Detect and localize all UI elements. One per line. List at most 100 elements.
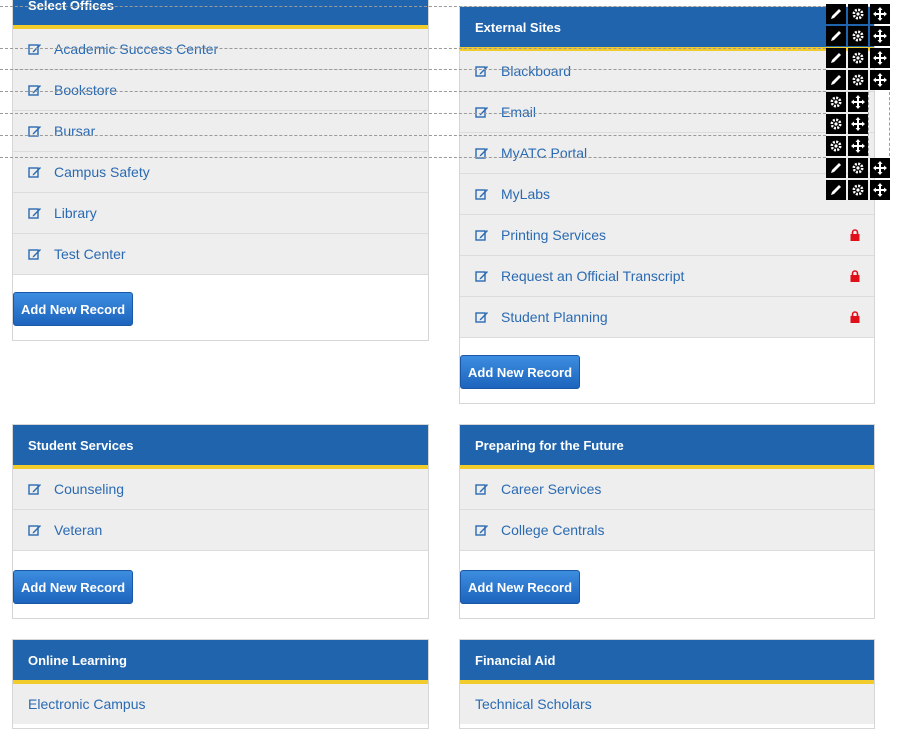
guide-line [0, 157, 826, 158]
guide-line [0, 113, 826, 114]
move-icon[interactable] [848, 114, 868, 134]
panel-preparing-future: Preparing for the Future Career Services… [459, 424, 875, 619]
gear-icon[interactable] [848, 180, 868, 200]
move-icon[interactable] [870, 26, 890, 46]
list-item[interactable]: Request an Official Transcript [460, 256, 874, 297]
list-item-label[interactable]: Printing Services [501, 227, 606, 243]
edit-icon[interactable] [826, 48, 846, 68]
gear-icon[interactable] [848, 26, 868, 46]
edit-icon[interactable] [475, 310, 489, 324]
list-item[interactable]: Bursar [13, 111, 428, 152]
move-icon[interactable] [870, 48, 890, 68]
list-item[interactable]: Printing Services [460, 215, 874, 256]
edit-icon[interactable] [826, 4, 846, 24]
move-icon[interactable] [870, 4, 890, 24]
gear-icon[interactable] [826, 136, 846, 156]
move-icon[interactable] [870, 158, 890, 178]
panel-title: Preparing for the Future [460, 425, 874, 469]
edit-icon[interactable] [826, 180, 846, 200]
edit-icon[interactable] [28, 523, 42, 537]
gear-icon[interactable] [848, 70, 868, 90]
edit-icon[interactable] [826, 70, 846, 90]
gear-icon[interactable] [848, 48, 868, 68]
panel-title: Financial Aid [460, 640, 874, 684]
list-item-label[interactable]: Academic Success Center [54, 41, 218, 57]
list-item-label[interactable]: Electronic Campus [28, 696, 146, 712]
edit-icon[interactable] [28, 482, 42, 496]
list-item[interactable]: Electronic Campus [13, 684, 428, 724]
list-item-label[interactable]: College Centrals [501, 522, 605, 538]
add-new-record-button[interactable]: Add New Record [460, 355, 581, 389]
guide-line [868, 92, 869, 156]
move-icon[interactable] [870, 180, 890, 200]
move-icon[interactable] [870, 70, 890, 90]
gear-icon[interactable] [848, 4, 868, 24]
list-item[interactable]: MyLabs [460, 174, 874, 215]
guide-line [0, 6, 826, 7]
gear-icon[interactable] [848, 158, 868, 178]
list-item-label[interactable]: Student Planning [501, 309, 608, 325]
guide-line [0, 69, 826, 70]
gear-icon[interactable] [826, 92, 846, 112]
list-item-label[interactable]: Bookstore [54, 82, 117, 98]
add-new-record-button[interactable]: Add New Record [13, 292, 134, 326]
gear-icon[interactable] [826, 114, 846, 134]
list-item-label[interactable]: Career Services [501, 481, 601, 497]
list-item-label[interactable]: Test Center [54, 246, 126, 262]
list-item[interactable]: Campus Safety [13, 152, 428, 193]
panel-title: Select Offices [13, 0, 428, 29]
panel-title: Student Services [13, 425, 428, 469]
edit-icon[interactable] [826, 26, 846, 46]
edit-icon[interactable] [28, 42, 42, 56]
move-icon[interactable] [848, 136, 868, 156]
edit-icon[interactable] [475, 523, 489, 537]
add-new-record-button[interactable]: Add New Record [13, 570, 134, 604]
list-item-label[interactable]: Counseling [54, 481, 124, 497]
list-item[interactable]: MyATC Portal [460, 133, 874, 174]
list-item-label[interactable]: Campus Safety [54, 164, 150, 180]
lock-icon [850, 269, 860, 282]
guide-line [889, 92, 890, 156]
edit-icon[interactable] [475, 482, 489, 496]
edit-icon[interactable] [28, 206, 42, 220]
record-list: Academic Success Center Bookstore Bursar… [13, 29, 428, 275]
list-item-label[interactable]: Veteran [54, 522, 102, 538]
panel-select-offices: Select Offices Academic Success Center B… [12, 0, 429, 341]
lock-icon [850, 228, 860, 241]
list-item[interactable]: Blackboard [460, 51, 874, 92]
edit-icon[interactable] [475, 269, 489, 283]
list-item-label[interactable]: Library [54, 205, 97, 221]
edit-icon[interactable] [28, 83, 42, 97]
list-item[interactable]: Test Center [13, 234, 428, 275]
list-item-label[interactable]: MyLabs [501, 186, 550, 202]
list-item-label[interactable]: Email [501, 104, 536, 120]
list-item[interactable]: Veteran [13, 510, 428, 551]
move-icon[interactable] [848, 92, 868, 112]
list-item[interactable]: Career Services [460, 469, 874, 510]
edit-icon[interactable] [475, 228, 489, 242]
guide-line [0, 135, 826, 136]
lock-icon [850, 310, 860, 323]
list-item-label[interactable]: MyATC Portal [501, 145, 587, 161]
edit-icon[interactable] [28, 247, 42, 261]
list-item[interactable]: Technical Scholars [460, 684, 874, 724]
panel-student-services: Student Services Counseling Veteran Add … [12, 424, 429, 619]
panel-external-sites: External Sites Blackboard Email MyATC Po… [459, 6, 875, 404]
list-item[interactable]: Counseling [13, 469, 428, 510]
edit-icon[interactable] [475, 64, 489, 78]
list-item-label[interactable]: Blackboard [501, 63, 571, 79]
edit-icon[interactable] [826, 158, 846, 178]
list-item-label[interactable]: Technical Scholars [475, 696, 592, 712]
list-item[interactable]: Academic Success Center [13, 29, 428, 70]
list-item-label[interactable]: Bursar [54, 123, 95, 139]
edit-icon[interactable] [475, 187, 489, 201]
edit-icon[interactable] [475, 105, 489, 119]
add-new-record-button[interactable]: Add New Record [460, 570, 581, 604]
edit-icon[interactable] [28, 165, 42, 179]
panel-title: External Sites [460, 7, 874, 51]
list-item[interactable]: Student Planning [460, 297, 874, 338]
guide-line [0, 91, 826, 92]
list-item[interactable]: College Centrals [460, 510, 874, 551]
list-item-label[interactable]: Request an Official Transcript [501, 268, 684, 284]
list-item[interactable]: Library [13, 193, 428, 234]
